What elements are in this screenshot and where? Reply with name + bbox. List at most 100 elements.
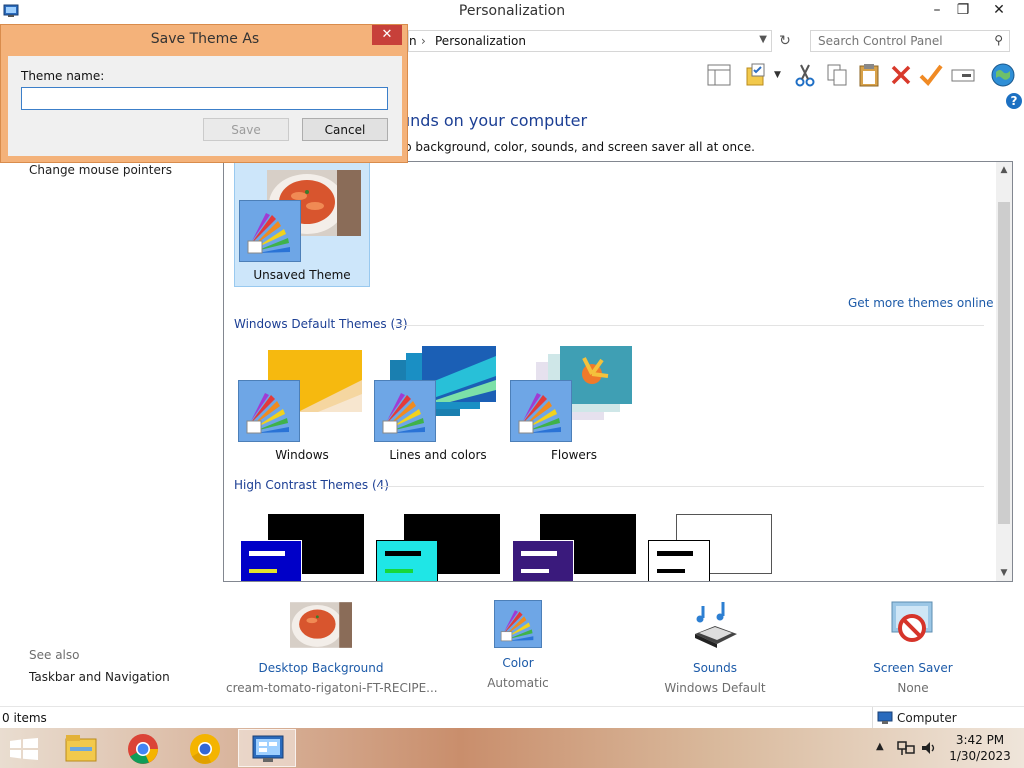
scroll-up-icon[interactable]: ▲	[996, 162, 1012, 178]
chrome-taskbar-button[interactable]	[114, 729, 172, 767]
get-more-themes-link[interactable]: Get more themes online	[848, 296, 994, 310]
theme-tile-flowers[interactable]: Flowers	[506, 342, 642, 468]
cut-icon[interactable]	[792, 62, 818, 88]
control-panel-taskbar-icon	[252, 735, 284, 762]
section-default-themes: Windows Default Themes (3)	[234, 317, 408, 331]
breadcrumb-personalization[interactable]: Personalization	[435, 34, 526, 48]
theme-label-lines-and-colors: Lines and colors	[389, 448, 487, 462]
network-icon[interactable]	[897, 740, 915, 756]
desktop-background-icon[interactable]	[290, 600, 352, 650]
dialog-close-button[interactable]: ✕	[372, 25, 402, 45]
minimize-button[interactable]: –	[924, 0, 950, 22]
color-palette-icon	[374, 380, 436, 442]
chrome-icon	[128, 734, 158, 764]
theme-tile-high-contrast-3[interactable]	[506, 506, 642, 581]
screen-saver-icon[interactable]	[882, 600, 944, 650]
breadcrumb-separator[interactable]: ›	[421, 34, 426, 48]
clock-time[interactable]: 3:42 PM	[940, 733, 1020, 747]
screen-saver-setting[interactable]: Screen Saver None	[818, 600, 1008, 695]
desktop-background-label[interactable]: Desktop Background	[226, 661, 416, 675]
color-label[interactable]: Color	[423, 656, 613, 670]
delete-icon[interactable]	[888, 62, 914, 88]
desktop-background-setting[interactable]: Desktop Background cream-tomato-rigatoni…	[226, 600, 438, 695]
dialog-body: Theme name: Save Cancel	[8, 56, 402, 156]
refresh-icon[interactable]: ↻	[774, 32, 796, 52]
theme-name-input[interactable]	[21, 87, 388, 110]
status-zone-label: Computer	[897, 711, 957, 725]
theme-label-windows: Windows	[275, 448, 329, 462]
color-setting[interactable]: Color Automatic	[423, 600, 613, 690]
scroll-down-icon[interactable]: ▼	[996, 565, 1012, 581]
taskbar: ▲ 3:42 PM 1/30/2023	[0, 728, 1024, 768]
rename-icon[interactable]	[950, 62, 976, 88]
theme-tile-high-contrast-white[interactable]	[642, 506, 778, 581]
page-heading: unds on your computer	[400, 111, 588, 130]
hc2-color-swatch	[376, 540, 438, 581]
search-input[interactable]	[811, 31, 981, 51]
section-divider	[394, 325, 984, 326]
hc3-color-swatch	[512, 540, 574, 581]
theme-list-scrollbar[interactable]: ▲ ▼	[996, 162, 1012, 581]
theme-label-flowers: Flowers	[551, 448, 597, 462]
theme-tile-high-contrast-1[interactable]	[234, 506, 370, 581]
sounds-value: Windows Default	[664, 681, 766, 695]
desktop-background-value: cream-tomato-rigatoni-FT-RECIPE...	[226, 681, 438, 695]
color-icon[interactable]	[494, 600, 542, 648]
properties-folder-icon[interactable]	[744, 62, 770, 88]
section-high-contrast-themes: High Contrast Themes (4)	[234, 478, 389, 492]
see-also-heading: See also	[29, 648, 80, 662]
theme-tile-windows[interactable]: Windows	[234, 342, 370, 468]
help-icon[interactable]: ?	[1006, 93, 1022, 109]
volume-icon[interactable]	[920, 740, 938, 756]
search-icon[interactable]: ⚲	[994, 33, 1003, 47]
status-zone: Computer	[872, 707, 1024, 729]
hc1-color-swatch	[240, 540, 302, 581]
copy-icon[interactable]	[824, 62, 850, 88]
theme-list-panel[interactable]: Unsaved Theme Get more themes online Win…	[223, 161, 1013, 582]
theme-tile-high-contrast-2[interactable]	[370, 506, 506, 581]
screen-saver-label[interactable]: Screen Saver	[818, 661, 1008, 675]
file-explorer-taskbar-button[interactable]	[52, 729, 110, 767]
show-hidden-icons[interactable]: ▲	[876, 741, 884, 752]
theme-tile-unsaved[interactable]: Unsaved Theme	[234, 162, 370, 287]
layout-pane-icon[interactable]	[706, 62, 732, 88]
clock-date[interactable]: 1/30/2023	[940, 749, 1020, 763]
color-palette-icon	[510, 380, 572, 442]
address-dropdown-icon[interactable]: ▼	[759, 34, 767, 45]
section-divider	[378, 486, 984, 487]
paste-icon[interactable]	[856, 62, 882, 88]
sounds-setting[interactable]: Sounds Windows Default	[620, 600, 810, 695]
window-title: Personalization	[458, 3, 566, 19]
page-subheading: p background, color, sounds, and screen …	[404, 140, 755, 154]
item-count: 0 items	[2, 711, 47, 725]
command-toolbar: ▼	[700, 60, 1024, 90]
change-mouse-pointers-link[interactable]: Change mouse pointers	[29, 163, 172, 177]
cancel-button[interactable]: Cancel	[302, 118, 388, 141]
color-value: Automatic	[487, 676, 549, 690]
checkmark-icon[interactable]	[918, 62, 944, 88]
globe-icon[interactable]	[990, 62, 1016, 88]
window-close-button[interactable]: ✕	[984, 0, 1014, 22]
address-bar[interactable]: n › Personalization ▼	[408, 30, 772, 52]
color-palette-icon	[238, 380, 300, 442]
taskbar-navigation-link[interactable]: Taskbar and Navigation	[29, 670, 170, 684]
start-button[interactable]	[10, 738, 38, 760]
theme-name-label: Theme name:	[21, 69, 105, 83]
hc4-color-swatch	[648, 540, 710, 581]
save-button[interactable]: Save	[203, 118, 289, 141]
sounds-icon[interactable]	[684, 600, 746, 650]
file-explorer-icon	[65, 735, 97, 762]
color-palette-icon	[239, 200, 301, 262]
sounds-label[interactable]: Sounds	[620, 661, 810, 675]
scroll-thumb[interactable]	[998, 202, 1010, 524]
breadcrumb-partial[interactable]: n	[409, 34, 417, 48]
restore-button[interactable]: ❐	[950, 0, 976, 22]
control-panel-taskbar-button[interactable]	[238, 729, 296, 767]
chrome-beta-icon	[190, 734, 220, 764]
chrome-beta-taskbar-button[interactable]	[176, 729, 234, 767]
screen-saver-value: None	[897, 681, 929, 695]
theme-tile-lines-and-colors[interactable]: Lines and colors	[370, 342, 506, 468]
theme-label-unsaved: Unsaved Theme	[253, 268, 351, 282]
save-theme-dialog: Save Theme As ✕ Theme name: Save Cancel	[0, 24, 408, 163]
search-box[interactable]: ⚲	[810, 30, 1010, 52]
